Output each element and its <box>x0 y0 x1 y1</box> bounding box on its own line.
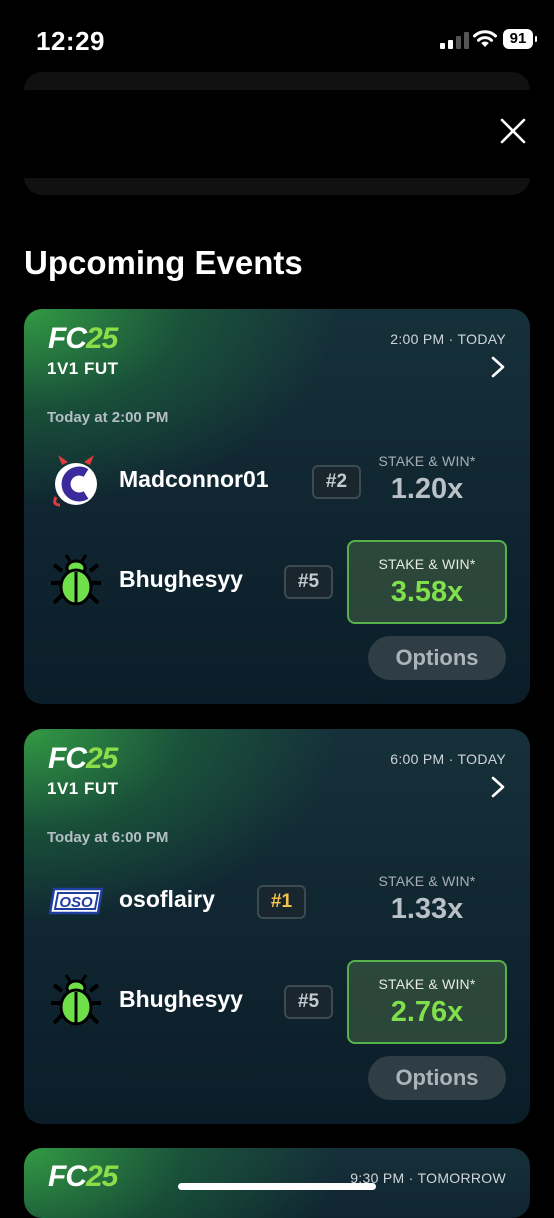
odds-label: STAKE & WIN* <box>378 453 476 469</box>
event-date: Today at 6:00 PM <box>47 829 169 846</box>
status-time: 12:29 <box>36 26 105 56</box>
wifi-icon <box>473 30 497 47</box>
svg-text:OSO: OSO <box>59 894 93 911</box>
rank-badge: #1 <box>257 885 306 919</box>
battery-indicator: 91 <box>503 29 537 49</box>
player-avatar-icon <box>53 455 97 507</box>
odds-label: STAKE & WIN* <box>378 556 476 572</box>
media-card <box>24 72 530 195</box>
options-button[interactable]: Options <box>368 636 506 680</box>
odds-label: STAKE & WIN* <box>378 976 476 992</box>
player-name: osoflairy <box>119 886 215 912</box>
odds-option[interactable]: STAKE & WIN* 1.33x <box>347 873 507 926</box>
player-name: Bhughesyy <box>119 986 243 1012</box>
event-date: Today at 2:00 PM <box>47 409 169 426</box>
odds-value: 3.58x <box>390 576 464 608</box>
options-button[interactable]: Options <box>368 1056 506 1100</box>
event-time: 2:00 PM · TODAY <box>390 331 506 347</box>
event-card[interactable]: FC25 2:00 PM · TODAY 1V1 FUT Today at 2:… <box>24 309 530 704</box>
odds-label: STAKE & WIN* <box>378 873 476 889</box>
rank-badge: #5 <box>284 565 333 599</box>
oso-logo-icon: OSO <box>48 887 104 915</box>
beetle-avatar-icon <box>51 554 101 606</box>
odds-value: 1.20x <box>390 473 464 505</box>
cellular-signal-icon <box>440 32 469 49</box>
odds-value: 1.33x <box>390 893 464 925</box>
fc25-logo: FC25 <box>48 322 118 355</box>
odds-option[interactable]: STAKE & WIN* 1.20x <box>347 453 507 506</box>
beetle-avatar-icon <box>51 974 101 1026</box>
player-name: Madconnor01 <box>119 466 269 492</box>
close-icon[interactable] <box>496 114 530 148</box>
fc25-logo: FC25 <box>48 1160 118 1193</box>
player-name: Bhughesyy <box>119 566 243 592</box>
player-row: Bhughesyy #5 <box>48 553 348 613</box>
event-card[interactable]: FC25 6:00 PM · TODAY 1V1 FUT Today at 6:… <box>24 729 530 1124</box>
odds-value: 2.76x <box>390 996 464 1028</box>
status-bar: 12:29 91 <box>0 0 554 80</box>
home-indicator[interactable] <box>178 1183 376 1190</box>
player-row: OSO osoflairy #1 <box>48 873 348 933</box>
chevron-right-icon[interactable] <box>486 775 510 799</box>
event-type: 1V1 FUT <box>47 359 119 378</box>
fc25-logo: FC25 <box>48 742 118 775</box>
player-row: Madconnor01 #2 <box>48 453 361 513</box>
section-title: Upcoming Events <box>24 244 303 281</box>
odds-option-selected[interactable]: STAKE & WIN* 3.58x <box>347 540 507 624</box>
chevron-right-icon[interactable] <box>486 355 510 379</box>
odds-option-selected[interactable]: STAKE & WIN* 2.76x <box>347 960 507 1044</box>
event-type: 1V1 FUT <box>47 779 119 798</box>
rank-badge: #5 <box>284 985 333 1019</box>
player-row: Bhughesyy #5 <box>48 973 348 1033</box>
event-time: 6:00 PM · TODAY <box>390 751 506 767</box>
